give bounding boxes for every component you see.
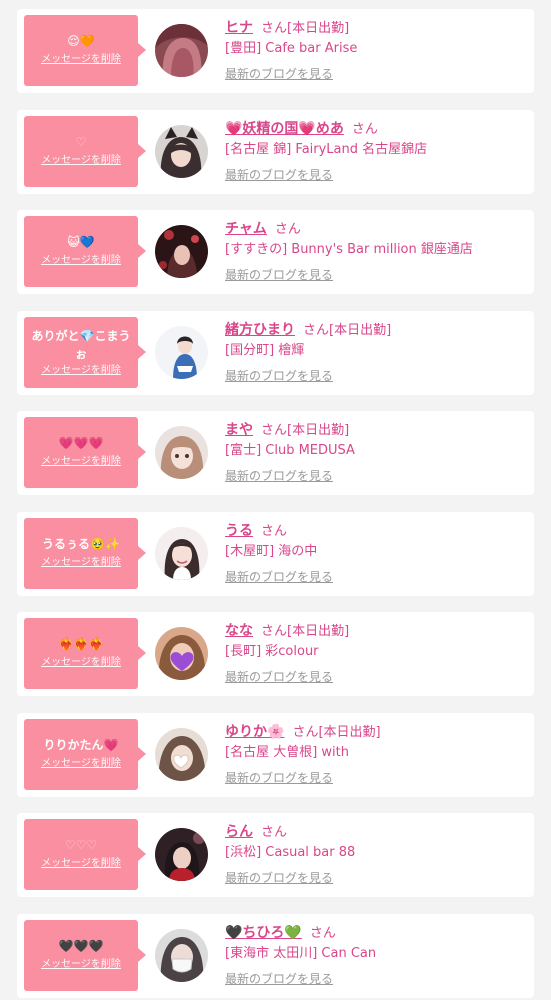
- honorific: さん: [261, 624, 288, 639]
- message-bubble: ♡♡♡ メッセージを削除: [24, 819, 146, 890]
- message-text: うるぅる🥹✨: [42, 537, 120, 551]
- avatar[interactable]: [155, 24, 208, 77]
- delete-message-link[interactable]: メッセージを削除: [24, 858, 138, 870]
- user-name-link[interactable]: ヒナ: [225, 20, 253, 36]
- honorific: さん: [261, 524, 288, 539]
- on-duty-badge: [本日出勤]: [329, 323, 392, 338]
- message-bubble: 😌🧡 メッセージを削除: [24, 15, 146, 86]
- shop-info: [東海市 太田川] Can Can: [225, 946, 377, 961]
- message-bubble: 🖤🖤🖤 メッセージを削除: [24, 920, 146, 991]
- delete-message-link[interactable]: メッセージを削除: [24, 255, 138, 267]
- message-text: 😌🧡: [67, 34, 95, 48]
- message-bubble: ❤️‍🔥❤️‍🔥❤️‍🔥 メッセージを削除: [24, 618, 146, 689]
- user-name-link[interactable]: まや: [225, 422, 253, 438]
- list-item: うるぅる🥹✨ メッセージを削除 うる さん [木屋町] 海の中 最新のブログを見る: [17, 512, 534, 596]
- user-name-link[interactable]: なな: [225, 623, 253, 639]
- avatar[interactable]: [155, 225, 208, 278]
- on-duty-badge: [本日出勤]: [287, 423, 350, 438]
- delete-message-link[interactable]: メッセージを削除: [24, 456, 138, 468]
- latest-blog-link[interactable]: 最新のブログを見る: [225, 468, 525, 484]
- latest-blog-link[interactable]: 最新のブログを見る: [225, 368, 525, 384]
- user-name-link[interactable]: 🖤ちひろ💚: [225, 925, 302, 941]
- avatar[interactable]: [155, 728, 208, 781]
- shop-info: [名古屋 大曽根] with: [225, 745, 349, 760]
- message-bubble: ありがと💎こまうぉ メッセージを削除: [24, 317, 146, 388]
- avatar[interactable]: [155, 125, 208, 178]
- delete-message-link[interactable]: メッセージを削除: [24, 657, 138, 669]
- avatar[interactable]: [155, 527, 208, 580]
- message-text: りりかたん💗: [43, 738, 119, 752]
- shop-info: [浜松] Casual bar 88: [225, 845, 356, 860]
- honorific: さん: [274, 222, 301, 237]
- delete-message-link[interactable]: メッセージを削除: [24, 365, 138, 377]
- user-name-link[interactable]: 緒方ひまり: [225, 322, 295, 338]
- user-name-link[interactable]: うる: [225, 523, 253, 539]
- delete-message-link[interactable]: メッセージを削除: [24, 758, 138, 770]
- list-item: ♡♡♡ メッセージを削除 らん さん [浜松] Casual bar 88 最新の…: [17, 813, 534, 897]
- latest-blog-link[interactable]: 最新のブログを見る: [225, 971, 525, 987]
- honorific: さん: [292, 725, 319, 740]
- list-item: りりかたん💗 メッセージを削除 ゆりか🌸 さん[本日出勤] [名古屋 大曽根] w…: [17, 713, 534, 797]
- list-item: ♡ メッセージを削除 💗妖精の国💗めあ さん [名古屋 錦] FairyLand …: [17, 110, 534, 194]
- delete-message-link[interactable]: メッセージを削除: [24, 557, 138, 569]
- shop-info: [豊田] Cafe bar Arise: [225, 41, 358, 56]
- message-bubble: ♡ メッセージを削除: [24, 116, 146, 187]
- on-duty-badge: [本日出勤]: [318, 725, 381, 740]
- user-name-link[interactable]: 💗妖精の国💗めあ: [225, 121, 344, 137]
- user-name-link[interactable]: らん: [225, 824, 253, 840]
- list-item: ありがと💎こまうぉ メッセージを削除 緒方ひまり さん[本日出勤] [国分町] 檜…: [17, 311, 534, 395]
- delete-message-link[interactable]: メッセージを削除: [24, 155, 138, 167]
- honorific: さん: [303, 323, 330, 338]
- honorific: さん: [309, 926, 336, 941]
- avatar[interactable]: [155, 426, 208, 479]
- message-text: 🖤🖤🖤: [58, 939, 104, 953]
- shop-info: [長町] 彩colour: [225, 644, 319, 659]
- list-item: 💗💗💗 メッセージを削除 まや さん[本日出勤] [富士] Club MEDUSA…: [17, 411, 534, 495]
- latest-blog-link[interactable]: 最新のブログを見る: [225, 569, 525, 585]
- list-item: ❤️‍🔥❤️‍🔥❤️‍🔥 メッセージを削除 なな さん[本日出勤] [長町] 彩c…: [17, 612, 534, 696]
- message-text: 😺💙: [67, 235, 95, 249]
- latest-blog-link[interactable]: 最新のブログを見る: [225, 870, 525, 886]
- shop-info: [すすきの] Bunny's Bar million 銀座通店: [225, 242, 473, 257]
- latest-blog-link[interactable]: 最新のブログを見る: [225, 669, 525, 685]
- user-name-link[interactable]: チャム: [225, 221, 267, 237]
- user-name-link[interactable]: ゆりか🌸: [225, 724, 284, 740]
- message-bubble: りりかたん💗 メッセージを削除: [24, 719, 146, 790]
- latest-blog-link[interactable]: 最新のブログを見る: [225, 66, 525, 82]
- message-text: ❤️‍🔥❤️‍🔥❤️‍🔥: [58, 637, 104, 651]
- honorific: さん: [261, 825, 288, 840]
- delete-message-link[interactable]: メッセージを削除: [24, 959, 138, 971]
- honorific: さん: [261, 21, 288, 36]
- latest-blog-link[interactable]: 最新のブログを見る: [225, 267, 525, 283]
- shop-info: [富士] Club MEDUSA: [225, 443, 355, 458]
- avatar[interactable]: [155, 627, 208, 680]
- message-text: ♡: [75, 135, 87, 149]
- on-duty-badge: [本日出勤]: [287, 21, 350, 36]
- message-text: ありがと💎こまうぉ: [31, 329, 131, 361]
- honorific: さん: [261, 423, 288, 438]
- avatar[interactable]: [155, 326, 208, 379]
- message-bubble: 💗💗💗 メッセージを削除: [24, 417, 146, 488]
- message-bubble: 😺💙 メッセージを削除: [24, 216, 146, 287]
- shop-info: [国分町] 檜輝: [225, 343, 305, 358]
- list-item: 🖤🖤🖤 メッセージを削除 🖤ちひろ💚 さん [東海市 太田川] Can Can 最…: [17, 914, 534, 998]
- on-duty-badge: [本日出勤]: [287, 624, 350, 639]
- message-bubble: うるぅる🥹✨ メッセージを削除: [24, 518, 146, 589]
- shop-info: [木屋町] 海の中: [225, 544, 318, 559]
- message-text: 💗💗💗: [58, 436, 104, 450]
- latest-blog-link[interactable]: 最新のブログを見る: [225, 167, 525, 183]
- delete-message-link[interactable]: メッセージを削除: [24, 54, 138, 66]
- avatar[interactable]: [155, 929, 208, 982]
- honorific: さん: [351, 122, 378, 137]
- shop-info: [名古屋 錦] FairyLand 名古屋錦店: [225, 142, 428, 157]
- list-item: 😺💙 メッセージを削除 チャム さん [すすきの] Bunny's Bar mil…: [17, 210, 534, 294]
- latest-blog-link[interactable]: 最新のブログを見る: [225, 770, 525, 786]
- message-text: ♡♡♡: [64, 838, 98, 852]
- avatar[interactable]: [155, 828, 208, 881]
- list-item: 😌🧡 メッセージを削除 ヒナ さん[本日出勤] [豊田] Cafe bar Ari…: [17, 9, 534, 93]
